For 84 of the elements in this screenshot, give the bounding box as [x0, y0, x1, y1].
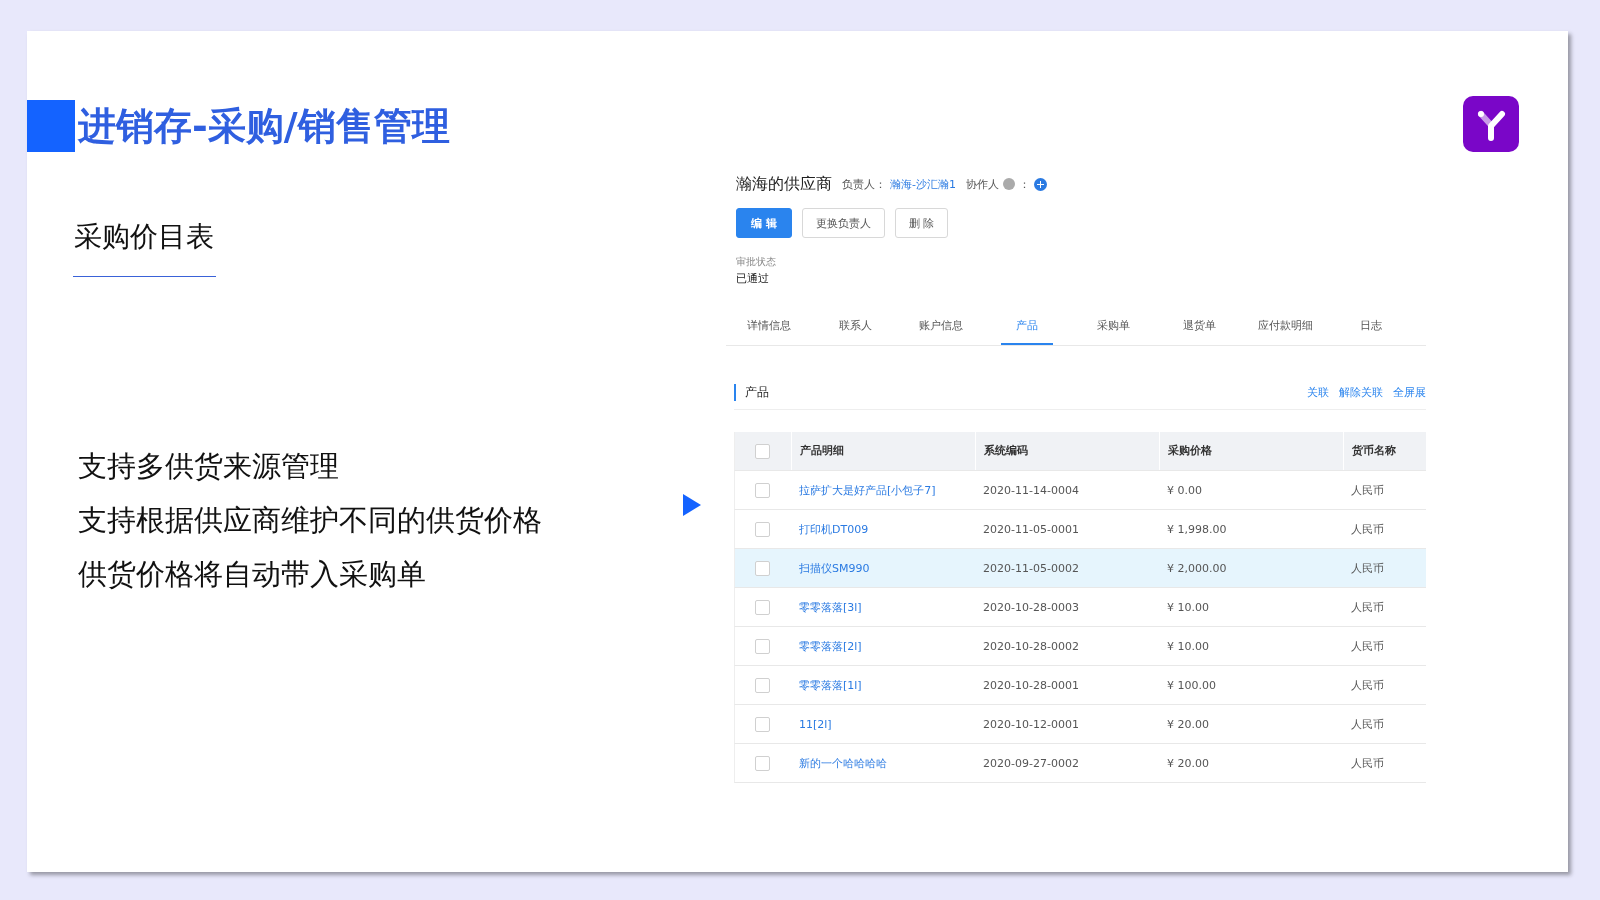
table-cell: ¥ 10.00 [1167, 639, 1209, 653]
action-button[interactable]: 编 辑 [736, 208, 792, 238]
table-cell: 2020-10-28-0002 [983, 639, 1079, 653]
table-cell: 人民币 [1351, 639, 1384, 653]
colon-text: ： [1018, 176, 1030, 192]
table-cell: ¥ 0.00 [1167, 483, 1202, 497]
field-value: 已通过 [735, 271, 770, 286]
supplier-name: 瀚海的供应商 [736, 173, 832, 195]
table-cell: ¥ 20.00 [1167, 717, 1209, 731]
table-cell: 2020-11-05-0001 [983, 522, 1079, 536]
table-cell: ¥ 20.00 [1167, 756, 1209, 770]
table-cell: 2020-10-28-0003 [983, 600, 1079, 614]
table-row[interactable]: 扫描仪SM990 2020-11-05-0002 ¥ 2,000.00 人民币 [734, 549, 1426, 588]
action-link[interactable]: 关联 [1307, 385, 1329, 400]
table-cell: 2020-11-05-0002 [983, 561, 1079, 575]
table-row[interactable]: 零零落落[1l] 2020-10-28-0001 ¥ 100.00 人民币 [734, 666, 1426, 705]
action-button[interactable]: 更换负责人 [801, 208, 885, 238]
add-icon[interactable] [1033, 177, 1047, 191]
column-header: 采购价格 [1159, 432, 1343, 470]
tab[interactable]: 产品 [1001, 312, 1053, 345]
table-row[interactable]: 11[2l] 2020-10-12-0001 ¥ 20.00 人民币 [734, 705, 1426, 744]
tab[interactable]: 日志 [1328, 312, 1414, 345]
column-header: 产品明细 [791, 432, 975, 470]
checkbox[interactable] [755, 560, 770, 576]
table-cell: 2020-10-28-0001 [983, 678, 1079, 692]
table-cell: 人民币 [1351, 483, 1384, 497]
table-cell: 人民币 [1351, 600, 1384, 614]
checkbox[interactable] [755, 599, 770, 615]
table-row[interactable]: 拉萨扩大是好产品[小包子7] 2020-11-14-0004 ¥ 0.00 人民币 [734, 471, 1426, 510]
title-accent-bar [27, 100, 75, 152]
owner-label: 负责人： [842, 176, 886, 192]
product-link[interactable]: 新的一个哈哈哈哈 [799, 756, 887, 770]
tab[interactable]: 应付款明细 [1242, 312, 1328, 345]
tab[interactable]: 采购单 [1070, 312, 1156, 345]
play-arrow-icon [683, 494, 701, 516]
table-row[interactable]: 零零落落[2l] 2020-10-28-0002 ¥ 10.00 人民币 [734, 627, 1426, 666]
product-link[interactable]: 零零落落[1l] [799, 678, 862, 692]
slide-subtitle: 采购价目表 [73, 219, 215, 255]
help-icon [1002, 178, 1015, 190]
table-cell: 2020-11-14-0004 [983, 483, 1079, 497]
product-link[interactable]: 打印机DT009 [799, 522, 869, 536]
action-link[interactable]: 全屏展 [1393, 385, 1426, 400]
checkbox[interactable] [755, 443, 770, 459]
table-cell: 2020-10-12-0001 [983, 717, 1079, 731]
bullet-text: 支持根据供应商维护不同的供货价格 [78, 502, 543, 539]
action-link[interactable]: 解除关联 [1339, 385, 1383, 400]
tab[interactable]: 详情信息 [726, 312, 812, 345]
column-header: 系统编码 [975, 432, 1159, 470]
product-link[interactable]: 零零落落[2l] [799, 639, 862, 653]
table-cell: 人民币 [1351, 717, 1384, 731]
tab[interactable]: 退货单 [1156, 312, 1242, 345]
tab[interactable]: 联系人 [812, 312, 898, 345]
section-title: 产品 [734, 384, 769, 401]
table-cell: 人民币 [1351, 756, 1384, 770]
product-link[interactable]: 拉萨扩大是好产品[小包子7] [799, 483, 936, 497]
owner-link[interactable]: 瀚海-沙汇瀚1 [890, 176, 956, 192]
table-row[interactable]: 新的一个哈哈哈哈 2020-09-27-0002 ¥ 20.00 人民币 [734, 744, 1426, 783]
table-cell: ¥ 2,000.00 [1167, 561, 1227, 575]
table-cell: ¥ 10.00 [1167, 600, 1209, 614]
slide-title: 进销存-采购/销售管理 [78, 102, 450, 150]
checkbox[interactable] [755, 755, 770, 771]
checkbox[interactable] [755, 716, 770, 732]
table-cell: 人民币 [1351, 522, 1384, 536]
column-header: 货币名称 [1343, 432, 1411, 470]
product-link[interactable]: 扫描仪SM990 [799, 561, 870, 575]
tab[interactable]: 账户信息 [898, 312, 984, 345]
table-row[interactable]: 零零落落[3l] 2020-10-28-0003 ¥ 10.00 人民币 [734, 588, 1426, 627]
table-cell: ¥ 100.00 [1167, 678, 1216, 692]
table-cell: 人民币 [1351, 561, 1384, 575]
table-cell: ¥ 1,998.00 [1167, 522, 1227, 536]
bullet-text: 供货价格将自动带入采购单 [78, 556, 427, 593]
checkbox[interactable] [755, 677, 770, 693]
field-label: 审批状态 [735, 255, 777, 269]
bullet-text: 支持多供货来源管理 [78, 448, 340, 485]
checkbox[interactable] [755, 482, 770, 498]
product-link[interactable]: 11[2l] [799, 717, 832, 731]
logo-icon [1463, 96, 1519, 152]
table-cell: 2020-09-27-0002 [983, 756, 1079, 770]
checkbox[interactable] [755, 521, 770, 537]
table-cell: 人民币 [1351, 678, 1384, 692]
product-link[interactable]: 零零落落[3l] [799, 600, 862, 614]
action-button[interactable]: 删 除 [894, 208, 949, 238]
collaborator-label: 协作人 [965, 176, 999, 192]
checkbox[interactable] [755, 638, 770, 654]
